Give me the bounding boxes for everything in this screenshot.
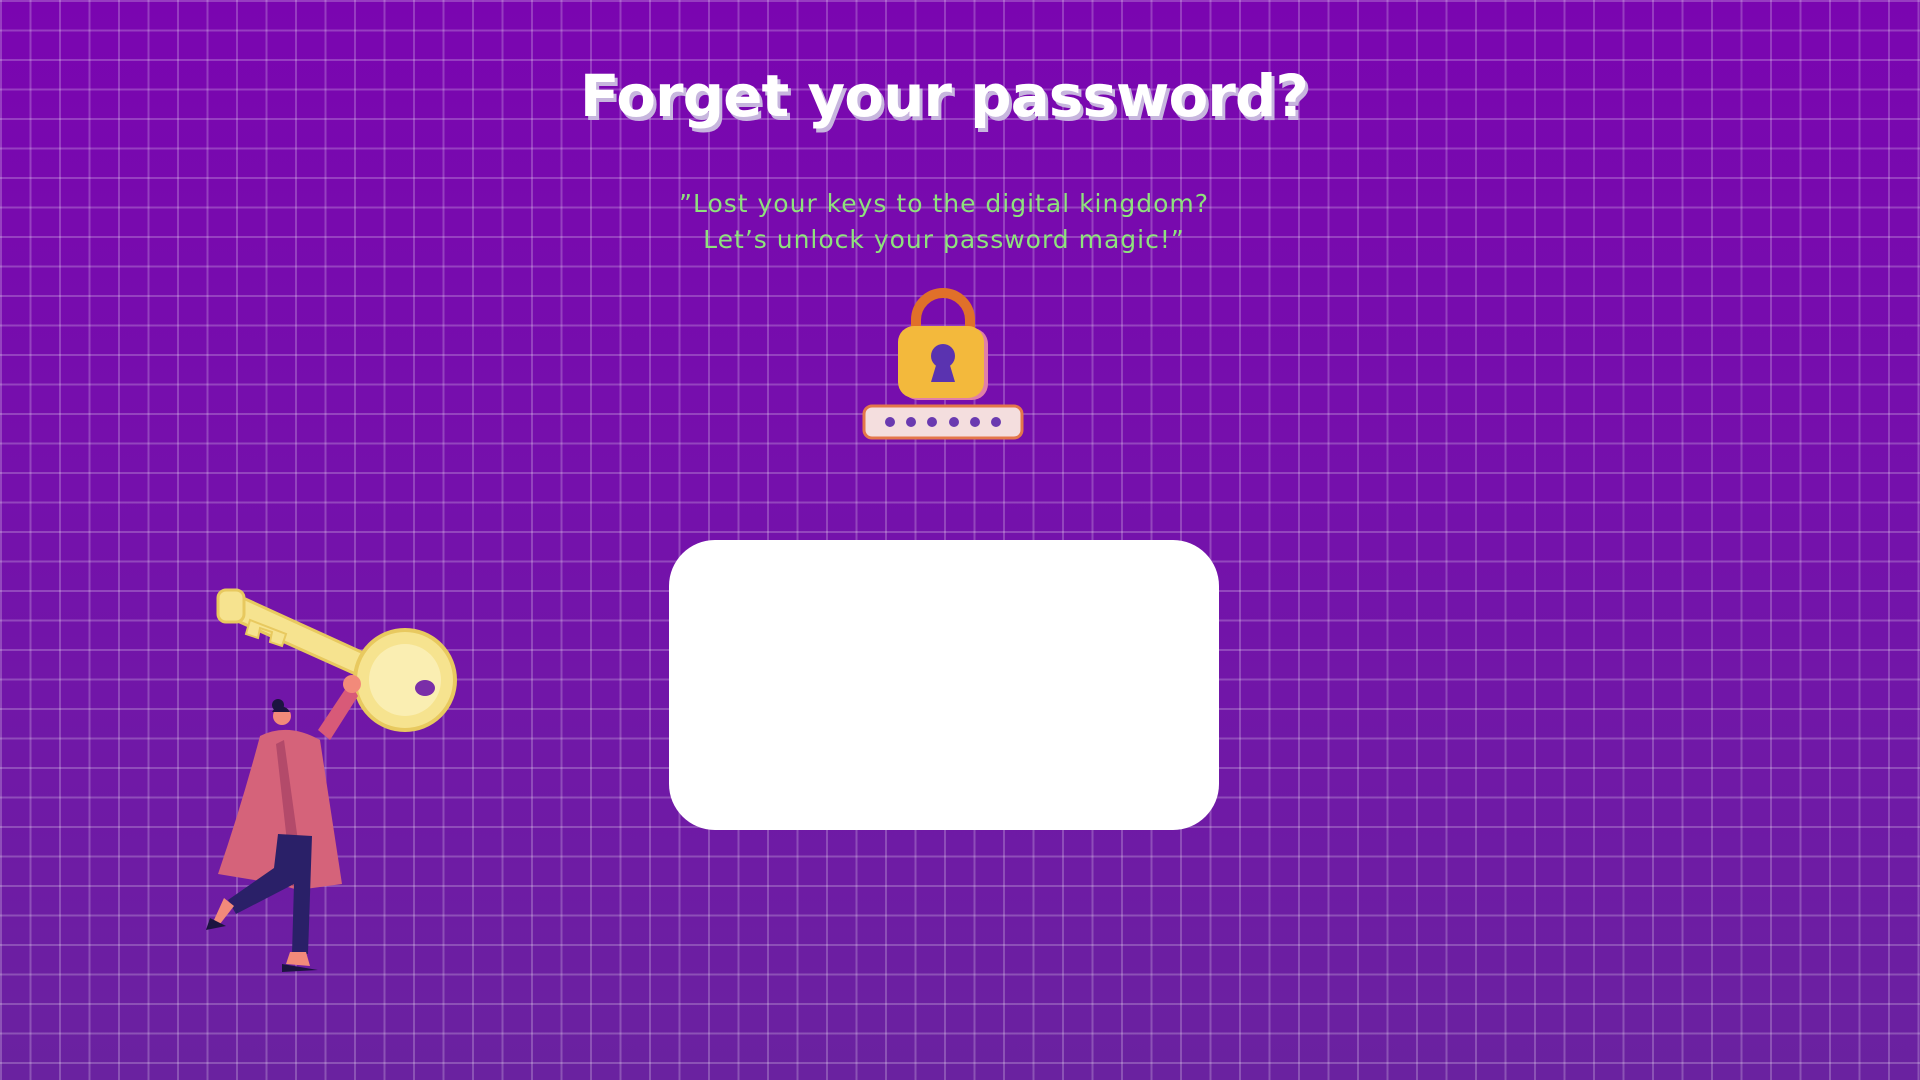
padlock-icon bbox=[862, 288, 1024, 440]
page-subtitle: ”Lost your keys to the digital kingdom? … bbox=[0, 186, 1888, 258]
person-carrying-key-illustration bbox=[206, 588, 457, 972]
password-field-icon bbox=[862, 404, 1024, 440]
subtitle-line-2: Let’s unlock your password magic!” bbox=[703, 225, 1185, 254]
reset-form-card bbox=[669, 540, 1219, 830]
subtitle-line-1: ”Lost your keys to the digital kingdom? bbox=[679, 189, 1209, 218]
page-title: Forget your password? bbox=[579, 62, 1309, 130]
